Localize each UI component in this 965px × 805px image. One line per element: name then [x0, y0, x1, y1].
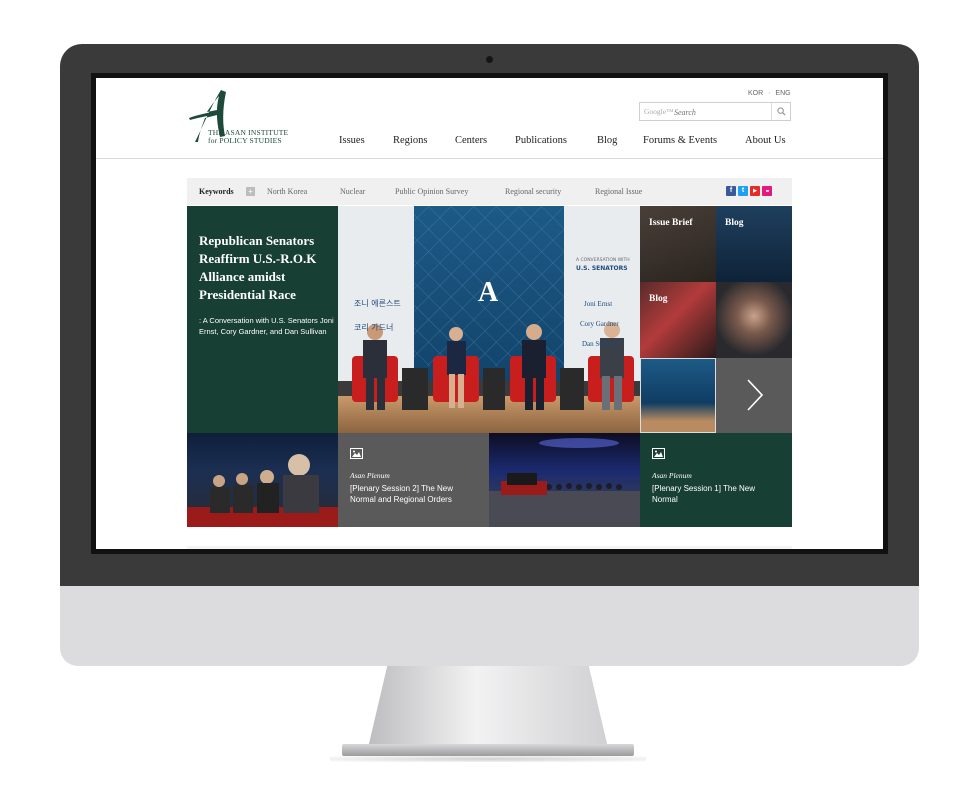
stage-thumbnail-tile[interactable] — [640, 358, 716, 433]
banner-right-kicker: A CONVERSATION WITH — [576, 257, 630, 263]
card-title: [Plenary Session 1] The New Normal — [652, 484, 756, 504]
banner-right-name-1: Joni Ernst — [584, 300, 612, 308]
nav-forums-events[interactable]: Forums & Events — [643, 135, 717, 146]
nav-blog[interactable]: Blog — [597, 135, 617, 146]
nav-centers[interactable]: Centers — [455, 135, 487, 146]
banner-left-name-2: 코리 가드너 — [354, 322, 393, 332]
lang-eng[interactable]: ENG — [775, 90, 790, 97]
svg-text:A: A — [478, 277, 499, 308]
lang-separator: · — [768, 90, 771, 97]
feature-photo[interactable]: A 조니 에른스트 코리 가드너 A CONVERSATION WITH U.S… — [338, 206, 640, 433]
feature-subtitle: : A Conversation with U.S. Senators Joni… — [199, 316, 334, 336]
camera-icon — [486, 56, 493, 63]
monitor-shadow — [330, 756, 646, 762]
keyword-nuclear[interactable]: Nuclear — [340, 187, 365, 196]
plenum-photo-2[interactable] — [489, 433, 640, 527]
facebook-icon[interactable]: f — [726, 186, 736, 196]
monitor-base — [342, 744, 634, 756]
search-input[interactable] — [674, 106, 774, 119]
nav-about-us[interactable]: About Us — [745, 135, 786, 146]
youtube-icon[interactable]: ▶ — [750, 186, 760, 196]
issue-brief-label: Issue Brief — [649, 218, 693, 228]
plenum-photo-1[interactable] — [187, 433, 338, 527]
website: THE ASAN INSTITUTE for POLICY STUDIES KO… — [96, 78, 883, 549]
panel-speakers-image — [187, 454, 338, 527]
header-divider — [96, 158, 883, 159]
blog-label-1: Blog — [725, 218, 744, 228]
monitor-stand — [368, 666, 608, 748]
keyword-bar: Keywords + North Korea Nuclear Public Op… — [187, 178, 792, 205]
blog-tile-1[interactable]: Blog — [716, 206, 792, 282]
logo-text: THE ASAN INSTITUTE for POLICY STUDIES — [208, 129, 288, 145]
keyword-north-korea[interactable]: North Korea — [267, 187, 307, 196]
stage-photo: A 조니 에른스트 코리 가드너 A CONVERSATION WITH U.S… — [338, 206, 640, 433]
feature-title: Republican Senators Reaffirm U.S.-R.O.K … — [199, 233, 317, 302]
chevron-right-icon — [747, 379, 764, 411]
flickr-icon[interactable]: ●● — [762, 186, 772, 196]
nav-regions[interactable]: Regions — [393, 135, 427, 146]
issue-brief-tile[interactable]: Issue Brief — [640, 206, 716, 282]
search-box: Google™ — [639, 102, 791, 121]
keywords-label: Keywords — [199, 187, 234, 196]
auditorium-image — [489, 438, 640, 527]
search-icon — [776, 107, 786, 116]
keywords-expand-button[interactable]: + — [246, 187, 255, 196]
keyword-regional-security[interactable]: Regional security — [505, 187, 561, 196]
search-button[interactable] — [771, 103, 790, 120]
logo-line-2: for POLICY STUDIES — [208, 136, 282, 145]
banner-right-head: U.S. SENATORS — [576, 265, 628, 272]
plenum-card-2[interactable]: Asan Plenum [Plenary Session 1] The New … — [640, 433, 792, 527]
blog-label-2: Blog — [649, 294, 668, 304]
card-kicker: Asan Plenum — [652, 471, 692, 480]
portrait-tile[interactable] — [716, 282, 792, 358]
banner-right-name-3: Dan Sullivan — [582, 340, 619, 348]
language-switcher: KOR · ENG — [748, 90, 791, 97]
content-divider — [187, 546, 792, 549]
nav-issues[interactable]: Issues — [339, 135, 365, 146]
keyword-public-opinion-survey[interactable]: Public Opinion Survey — [395, 187, 468, 196]
banner-left-name-1: 조니 에른스트 — [354, 298, 401, 308]
image-icon — [652, 448, 665, 459]
banner-right-name-2: Cory Gardner — [580, 320, 619, 328]
image-icon — [350, 448, 363, 459]
nav-publications[interactable]: Publications — [515, 135, 567, 146]
card-title: [Plenary Session 2] The New Normal and R… — [350, 484, 454, 504]
lang-kor[interactable]: KOR — [748, 90, 763, 97]
next-slide-button[interactable] — [716, 358, 792, 433]
plenum-card-1[interactable]: Asan Plenum [Plenary Session 2] The New … — [338, 433, 489, 527]
blog-tile-2[interactable]: Blog — [640, 282, 716, 358]
monitor-chin — [60, 586, 919, 666]
google-brand: Google™ — [644, 107, 674, 116]
card-kicker: Asan Plenum — [350, 471, 390, 480]
keyword-regional-issue[interactable]: Regional Issue — [595, 187, 642, 196]
feature-story[interactable]: Republican Senators Reaffirm U.S.-R.O.K … — [187, 206, 338, 433]
twitter-icon[interactable]: t — [738, 186, 748, 196]
